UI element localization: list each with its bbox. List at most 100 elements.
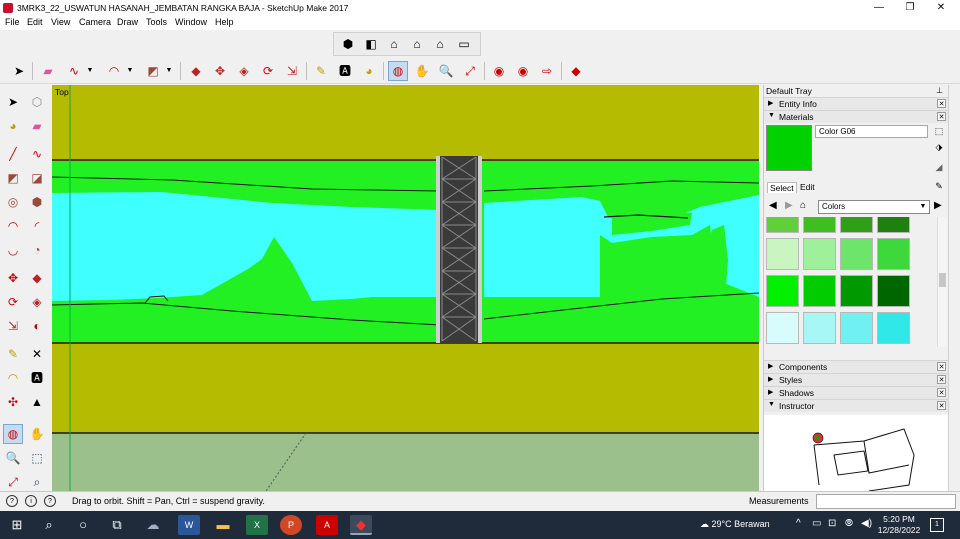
materials-panel[interactable]: ▼ Materials ✕ <box>764 110 948 123</box>
tape-tool-icon[interactable]: ✎ <box>3 344 23 364</box>
color-swatch[interactable] <box>877 217 910 233</box>
rotate-icon[interactable]: ⟳ <box>258 61 278 81</box>
freehand-line-icon[interactable]: ∿ <box>64 61 84 81</box>
file-explorer-icon[interactable]: ▬ <box>212 515 234 535</box>
arc-icon[interactable]: ◠ <box>104 61 124 81</box>
zoom-icon[interactable]: 🔍 <box>436 61 456 81</box>
zoom-tool-icon[interactable]: 🔍 <box>3 448 23 468</box>
menu-edit[interactable]: Edit <box>27 17 43 27</box>
move-tool-icon[interactable]: ✥ <box>3 268 23 288</box>
orbit-tool-icon[interactable]: ◍ <box>3 424 23 444</box>
3d-text-icon[interactable]: ▲ <box>27 392 47 412</box>
follow-me-tool-icon[interactable]: ◈ <box>27 292 47 312</box>
follow-me-icon[interactable]: ◈ <box>234 61 254 81</box>
share-model-icon[interactable]: ⇨ <box>537 61 557 81</box>
color-swatch[interactable] <box>840 275 873 307</box>
pan-tool-icon[interactable]: ✋ <box>27 424 47 444</box>
color-swatch[interactable] <box>877 312 910 344</box>
tab-select[interactable]: Select <box>767 182 797 193</box>
rotated-rectangle-icon[interactable]: ◪ <box>27 168 47 188</box>
push-pull-icon[interactable]: ◆ <box>186 61 206 81</box>
color-swatch[interactable] <box>840 217 873 233</box>
shape-dropdown-icon[interactable]: ▼ <box>165 61 173 81</box>
word-app-icon[interactable]: W <box>178 515 200 535</box>
instructor-toggle-icon[interactable]: ? <box>44 495 56 507</box>
zoom-extents-tool-icon[interactable]: ⤢ <box>3 472 23 492</box>
styles-panel[interactable]: ▶ Styles ✕ <box>764 373 948 386</box>
move-icon[interactable]: ✥ <box>210 61 230 81</box>
2pt-arc-icon[interactable]: ◜ <box>27 216 47 236</box>
extension-warehouse-icon[interactable]: ◉ <box>513 61 533 81</box>
scale-tool-icon[interactable]: ⇲ <box>3 316 23 336</box>
minimize-button[interactable]: — <box>864 0 894 16</box>
eraser-icon[interactable]: ▰ <box>38 61 58 81</box>
3d-warehouse-icon[interactable]: ◉ <box>489 61 509 81</box>
paint-bucket-icon[interactable]: ◕ <box>359 61 379 81</box>
sample-paint-icon[interactable]: ◢ <box>933 161 945 173</box>
position-camera-icon[interactable]: ⌕ <box>27 472 47 492</box>
right-view-icon[interactable]: ⌂ <box>407 34 427 54</box>
credits-icon[interactable]: i <box>25 495 37 507</box>
pan-hand-icon[interactable]: ✋ <box>412 61 432 81</box>
chat-icon[interactable]: ☁ <box>142 515 164 535</box>
color-swatch[interactable] <box>766 312 799 344</box>
excel-app-icon[interactable]: X <box>246 515 268 535</box>
color-swatch[interactable] <box>803 312 836 344</box>
material-preview[interactable] <box>766 125 812 171</box>
clock[interactable]: 5:20 PM 12/28/2022 <box>876 514 922 536</box>
tray-scrollbar[interactable] <box>948 85 960 491</box>
axes-tool-icon[interactable]: ✣ <box>3 392 23 412</box>
acrobat-app-icon[interactable]: A <box>316 515 338 535</box>
offset-tool-icon[interactable]: ◐ <box>27 316 47 336</box>
home-icon[interactable]: ⌂ <box>800 200 806 211</box>
windows-start-icon[interactable]: ⊞ <box>6 515 28 535</box>
ruby-extension-icon[interactable]: ◆ <box>566 61 586 81</box>
menu-tools[interactable]: Tools <box>146 17 167 27</box>
material-name-field[interactable]: Color G06 <box>815 125 928 138</box>
top-view-icon[interactable]: ◧ <box>361 34 381 54</box>
select-arrow-icon[interactable]: ➤ <box>9 61 29 81</box>
cortana-icon[interactable]: ○ <box>72 515 94 535</box>
input-icon[interactable]: ⊡ <box>828 518 836 529</box>
color-swatch[interactable] <box>877 275 910 307</box>
menu-help[interactable]: Help <box>215 17 234 27</box>
front-view-icon[interactable]: ⌂ <box>384 34 404 54</box>
menu-file[interactable]: File <box>5 17 20 27</box>
weather-widget[interactable]: ☁ 29°C Berawan <box>700 519 770 530</box>
push-pull-tool-icon[interactable]: ◆ <box>27 268 47 288</box>
zoom-window-icon[interactable]: ⬚ <box>27 448 47 468</box>
collection-dropdown[interactable]: Colors ▼ <box>818 200 930 214</box>
pie-icon[interactable]: ◔ <box>27 240 47 260</box>
color-swatch[interactable] <box>766 238 799 270</box>
back-view-icon[interactable]: ⌂ <box>430 34 450 54</box>
default-material-icon[interactable]: ⬚ <box>933 125 945 137</box>
line-tool-icon[interactable]: ╱ <box>3 144 23 164</box>
paint-tool-icon[interactable]: ◕ <box>3 116 23 136</box>
eraser-tool-icon[interactable]: ▰ <box>27 116 47 136</box>
protractor-tool-icon[interactable]: ◠ <box>3 368 23 388</box>
color-swatch[interactable] <box>840 312 873 344</box>
menu-view[interactable]: View <box>51 17 70 27</box>
rotate-tool-icon[interactable]: ⟳ <box>3 292 23 312</box>
swatch-scrollbar[interactable] <box>937 217 947 347</box>
3pt-arc-icon[interactable]: ◡ <box>3 240 23 260</box>
model-viewport[interactable]: Top <box>52 85 759 491</box>
color-swatch[interactable] <box>803 217 836 233</box>
menu-window[interactable]: Window <box>175 17 207 27</box>
orbit-icon[interactable]: ◍ <box>388 61 408 81</box>
tab-edit[interactable]: Edit <box>800 182 815 192</box>
create-material-icon[interactable]: ⬗ <box>933 141 945 153</box>
instructor-panel[interactable]: ▼ Instructor ✕ <box>764 399 948 412</box>
close-panel-icon[interactable]: ✕ <box>937 375 946 384</box>
onedrive-icon[interactable]: ▭ <box>812 518 821 529</box>
make-component-icon[interactable]: ⬡ <box>27 92 47 112</box>
menu-camera[interactable]: Camera <box>79 17 111 27</box>
entity-info-panel[interactable]: ▶ Entity Info ✕ <box>764 97 948 110</box>
shadows-panel[interactable]: ▶ Shadows ✕ <box>764 386 948 399</box>
close-panel-icon[interactable]: ✕ <box>937 99 946 108</box>
arc-tool-icon[interactable]: ◠ <box>3 216 23 236</box>
back-arrow-icon[interactable]: ◀ <box>769 200 777 211</box>
volume-icon[interactable]: ◀) <box>861 518 872 529</box>
menu-draw[interactable]: Draw <box>117 17 138 27</box>
maximize-button[interactable]: ❐ <box>895 0 925 16</box>
